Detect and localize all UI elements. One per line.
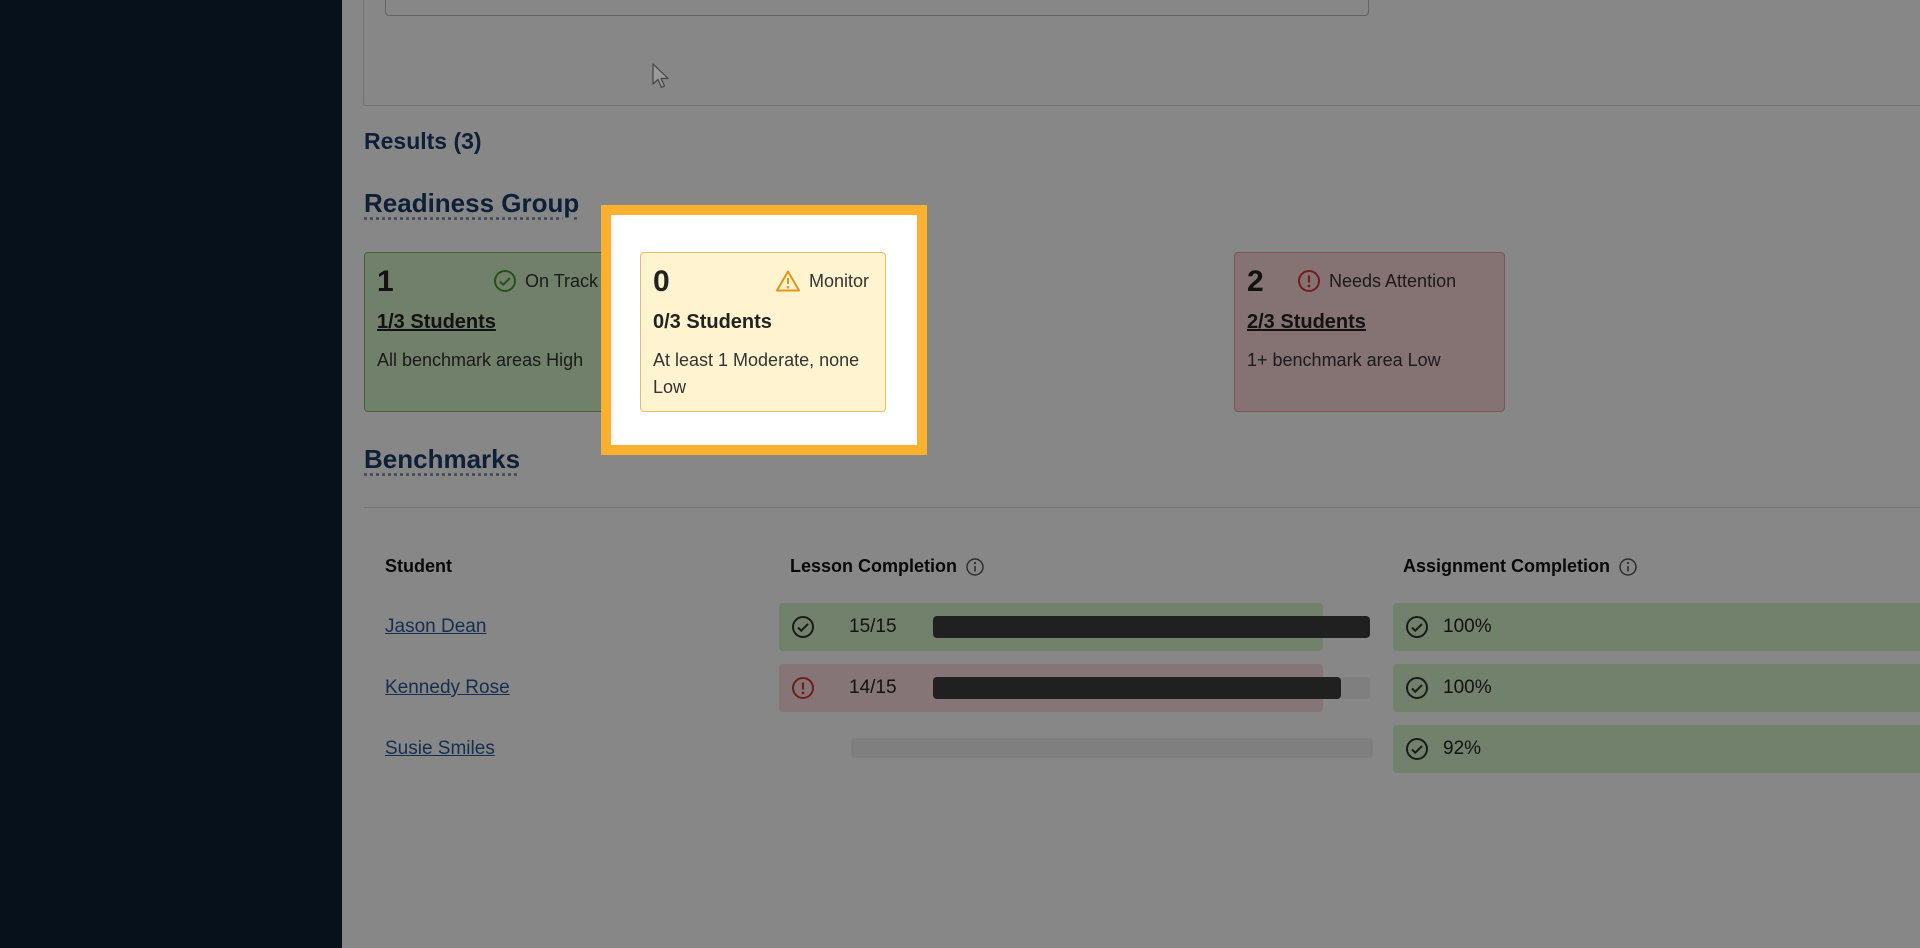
readiness-card-monitor[interactable]: 0 Monitor 0/3 Students At least 1 Modera… (640, 252, 886, 412)
warning-triangle-icon (775, 269, 801, 293)
card-students-link[interactable]: 0/3 Students (653, 311, 772, 334)
card-status: Monitor (775, 269, 869, 293)
mouse-cursor-icon (652, 63, 670, 89)
card-status-label: Monitor (809, 270, 870, 291)
card-count: 0 (653, 265, 670, 298)
card-description: At least 1 Moderate, none Low (653, 350, 860, 397)
dim-overlay (0, 0, 1920, 948)
